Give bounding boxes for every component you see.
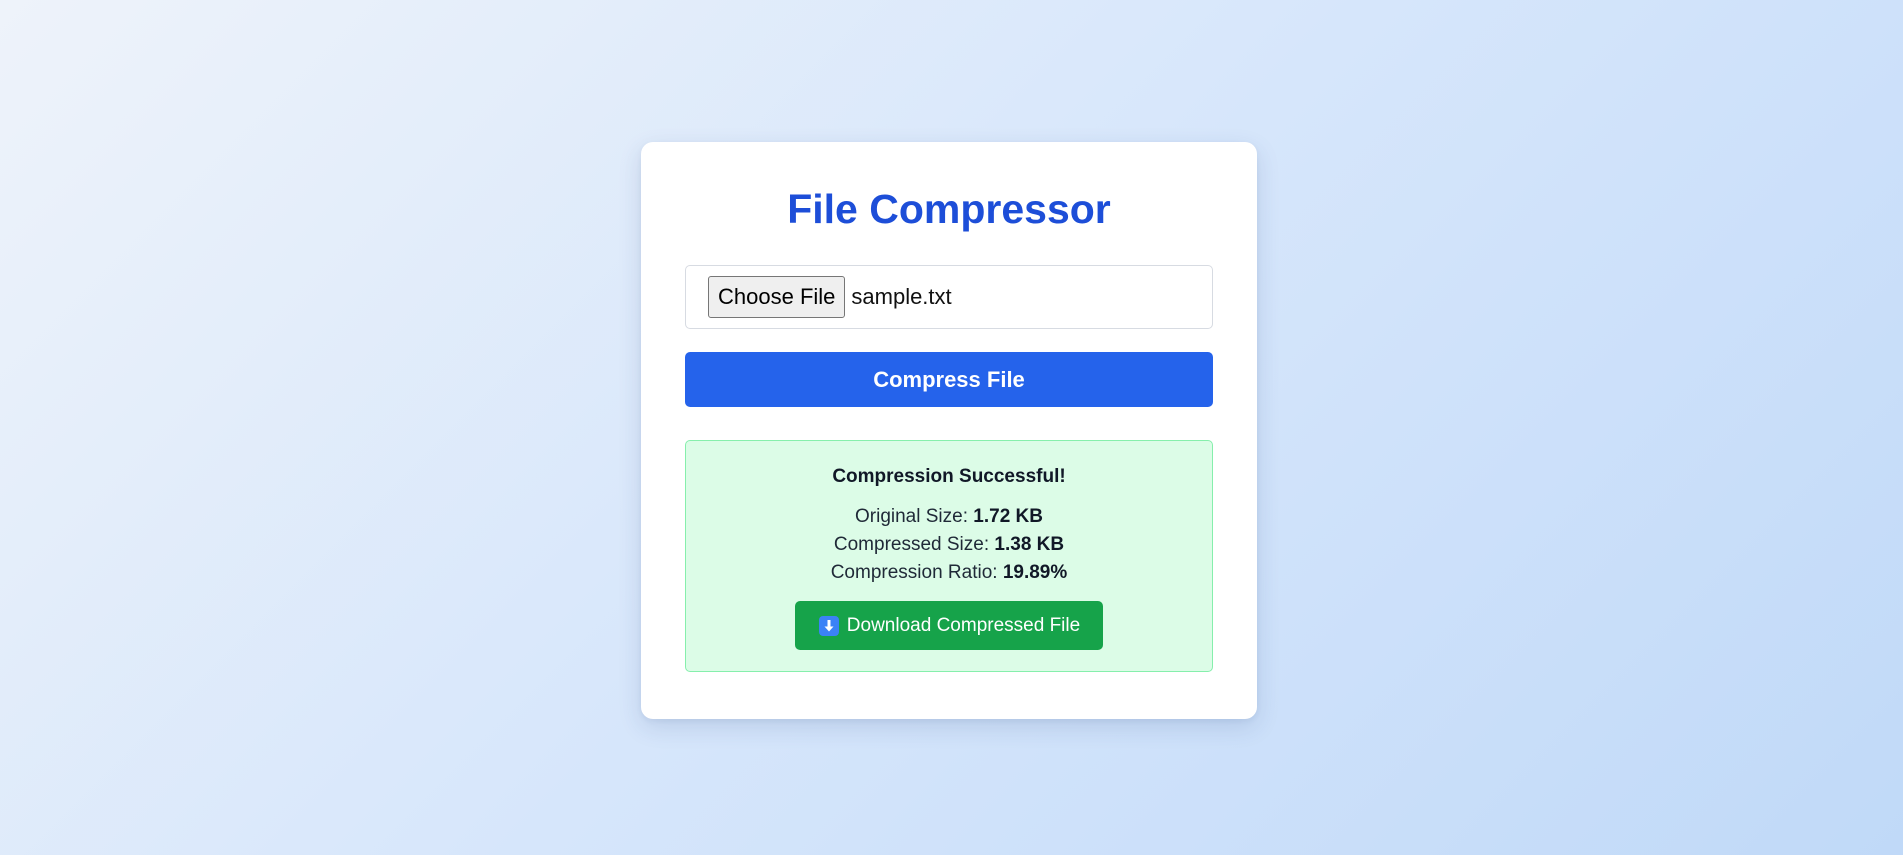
original-size-label: Original Size:	[855, 506, 974, 527]
page-title: File Compressor	[787, 186, 1111, 232]
download-button-label: Download Compressed File	[846, 614, 1081, 636]
selected-file-name: sample.txt	[851, 284, 952, 309]
result-heading: Compression Successful!	[832, 466, 1066, 487]
compressed-size-row: Compressed Size: 1.38 KB	[686, 531, 1212, 559]
file-input[interactable]: Choose File sample.txt	[685, 265, 1213, 329]
compression-ratio-value: 19.89%	[1002, 562, 1068, 583]
compression-ratio-label: Compression Ratio:	[830, 562, 1003, 583]
download-button[interactable]: Download Compressed File	[794, 601, 1104, 650]
original-size-value: 1.72 KB	[973, 506, 1043, 527]
compression-ratio-row: Compression Ratio: 19.89%	[686, 559, 1212, 587]
original-size-row: Original Size: 1.72 KB	[686, 503, 1212, 531]
compress-file-button[interactable]: Compress File	[685, 352, 1213, 407]
compressor-card: File Compressor Choose File sample.txt C…	[641, 142, 1257, 719]
stats-list: Original Size: 1.72 KB Compressed Size: …	[686, 503, 1212, 587]
compressed-size-label: Compressed Size:	[833, 534, 995, 555]
choose-file-button[interactable]: Choose File	[708, 276, 846, 318]
down-arrow-icon	[818, 615, 839, 636]
result-panel: Compression Successful! Original Size: 1…	[685, 440, 1213, 672]
compressed-size-value: 1.38 KB	[994, 534, 1065, 555]
